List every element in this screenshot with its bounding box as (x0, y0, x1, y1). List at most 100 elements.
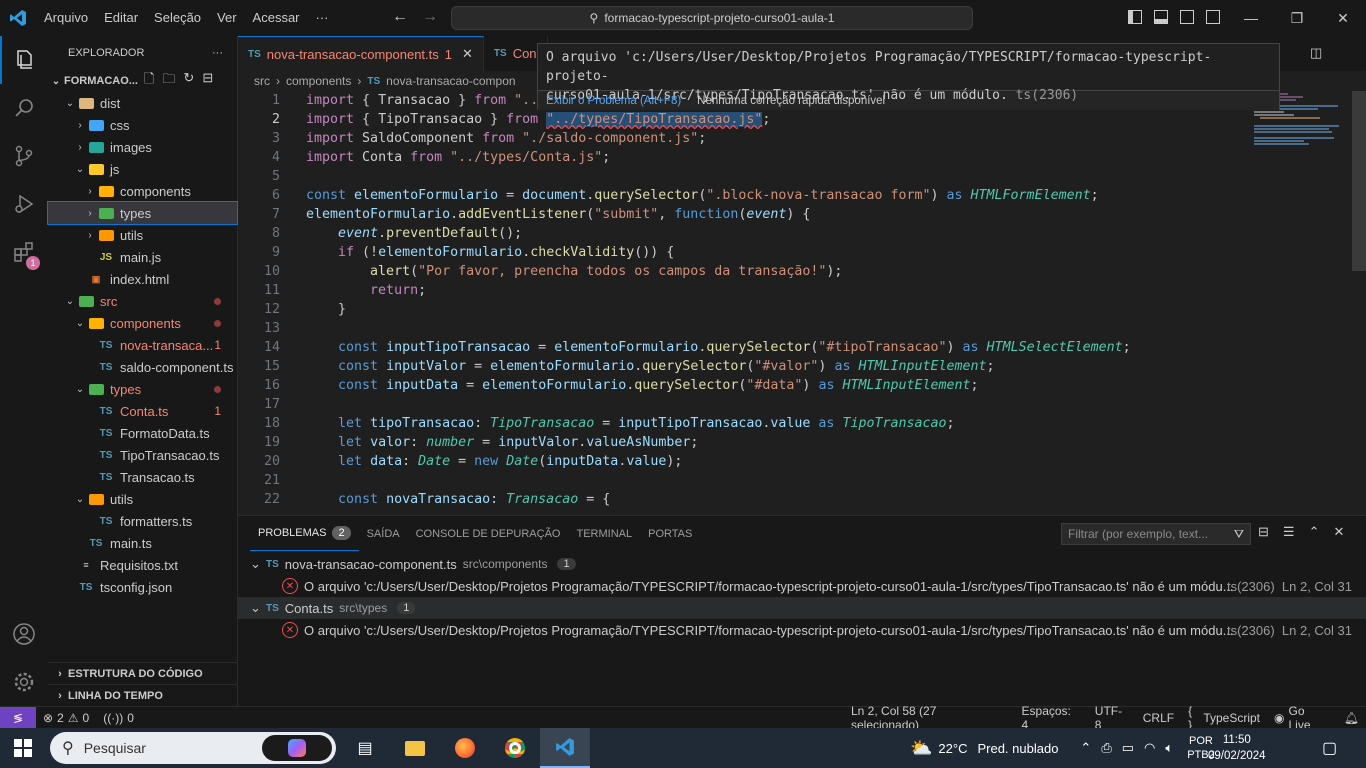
timeline-section[interactable]: › LINHA DO TEMPO (48, 684, 238, 706)
breadcrumb-item[interactable]: components (286, 74, 351, 88)
menu-arquivo[interactable]: Arquivo (36, 0, 96, 36)
new-file-icon[interactable]: 🗋 (144, 70, 154, 92)
tree-file-tsconfig[interactable]: TS tsconfig.json (48, 576, 237, 598)
explorer-icon[interactable] (0, 36, 48, 84)
toggle-panel-icon[interactable] (1154, 10, 1168, 24)
windows-start-icon[interactable] (0, 728, 46, 768)
battery-icon[interactable]: ▭ (1122, 740, 1134, 756)
close-tab-icon[interactable]: ✕ (462, 46, 473, 62)
firefox-icon[interactable] (440, 728, 490, 768)
view-as-list-icon[interactable]: ☰ (1283, 524, 1295, 540)
clock[interactable]: 11:50 09/02/2024 (1208, 732, 1266, 764)
workspace-root[interactable]: ⌄ FORMACAO... 🗋 🗀 ↻ ⊟ (48, 70, 237, 92)
menu-acessar[interactable]: Acessar (245, 0, 308, 36)
tab-terminal[interactable]: TERMINAL (568, 516, 640, 551)
scrollbar-thumb[interactable] (1352, 91, 1366, 271)
tree-folder-types[interactable]: › types (47, 201, 238, 225)
wifi-icon[interactable]: ◠ (1144, 740, 1155, 756)
breadcrumb-item[interactable]: nova-transacao-compon (386, 74, 515, 88)
settings-gear-icon[interactable] (0, 658, 48, 706)
ports-status[interactable]: ((·)) 0 (96, 711, 141, 725)
menu-more[interactable]: ··· (308, 0, 337, 36)
tab-nova-transacao[interactable]: TS nova-transacao-component.ts 1 ✕ (238, 36, 484, 71)
tree-file-main-ts[interactable]: TS main.ts (48, 532, 237, 554)
end-of-line[interactable]: CRLF (1136, 711, 1181, 725)
problem-group-conta[interactable]: ⌄ TS Conta.ts src\types 1 (238, 597, 1366, 619)
tree-file-formatodata[interactable]: TS FormatoData.ts (48, 422, 237, 444)
view-problem-link[interactable]: Exibir o Problema (Alt+F8) (546, 95, 681, 107)
command-center-search[interactable]: ⚲ formacao-typescript-projeto-curso01-au… (451, 6, 973, 30)
back-arrow-icon[interactable]: ← (392, 8, 408, 26)
notification-center-icon[interactable]: ▢ (1322, 738, 1337, 758)
weather-text[interactable]: Pred. nublado (977, 741, 1058, 756)
collapse-all-icon[interactable]: ⊟ (202, 70, 213, 92)
copilot-icon[interactable] (262, 735, 332, 761)
tab-problems[interactable]: PROBLEMAS 2 (250, 516, 359, 551)
forward-arrow-icon[interactable]: → (422, 8, 438, 26)
tree-file-tipotransacao[interactable]: TS TipoTransacao.ts (48, 444, 237, 466)
tab-ports[interactable]: PORTAS (640, 516, 700, 551)
close-icon[interactable]: ✕ (1320, 0, 1366, 36)
tree-folder-src[interactable]: ⌄ src (48, 290, 237, 312)
problems-status[interactable]: ⊗ 2 ⚠ 0 (36, 711, 96, 725)
close-panel-icon[interactable]: ✕ (1333, 524, 1344, 540)
tree-folder-dist[interactable]: ⌄ dist (48, 92, 237, 114)
notifications-bell-icon[interactable]: 🔔︎ (1337, 711, 1366, 725)
restore-icon[interactable]: ❐ (1274, 0, 1320, 36)
tree-folder-src-utils[interactable]: ⌄ utils (48, 488, 237, 510)
remote-indicator-icon[interactable]: ≶ (0, 706, 36, 729)
tree-folder-utils[interactable]: › utils (48, 224, 237, 246)
source-control-icon[interactable] (0, 132, 48, 180)
breadcrumb-item[interactable]: src (254, 74, 270, 88)
toggle-secondary-sidebar-icon[interactable] (1180, 10, 1194, 24)
extensions-icon[interactable]: 1 (0, 228, 48, 276)
chrome-icon[interactable] (490, 728, 540, 768)
file-explorer-icon[interactable] (390, 728, 440, 768)
tree-file-saldo-component[interactable]: TS saldo-component.ts (48, 356, 237, 378)
tree-file-transacao[interactable]: TS Transacao.ts (48, 466, 237, 488)
tree-file-conta[interactable]: TS Conta.ts 1 (48, 400, 237, 422)
collapse-all-icon[interactable]: ⊟ (1258, 524, 1269, 540)
taskbar-search[interactable]: ⚲ Pesquisar (50, 732, 336, 764)
tree-file-main-js[interactable]: JS main.js (48, 246, 237, 268)
tree-file-nova-transacao[interactable]: TS nova-transaca... 1 (48, 334, 237, 356)
run-debug-icon[interactable] (0, 180, 48, 228)
tree-file-index-html[interactable]: ▣ index.html (48, 268, 237, 290)
chevron-up-icon[interactable]: ⌃ (1080, 740, 1091, 756)
code-editor[interactable]: 1 import { Transacao } from "../ 2 import … (238, 91, 1350, 515)
tab-output[interactable]: SAÍDA (359, 516, 408, 551)
task-view-icon[interactable]: ▤ (340, 728, 390, 768)
toggle-sidebar-icon[interactable] (1128, 10, 1142, 24)
new-folder-icon[interactable]: 🗀 (162, 70, 175, 92)
menu-selecao[interactable]: Seleção (146, 0, 209, 36)
tree-folder-components[interactable]: › components (48, 180, 237, 202)
weather-temp[interactable]: 22°C (938, 741, 967, 756)
tab-debug-console[interactable]: CONSOLE DE DEPURAÇÃO (408, 516, 569, 551)
vscode-taskbar-icon[interactable] (540, 728, 590, 768)
outline-section[interactable]: › ESTRUTURA DO CÓDIGO (48, 662, 238, 684)
menu-ver[interactable]: Ver (209, 0, 245, 36)
problem-item[interactable]: ✕ O arquivo 'c:/Users/User/Desktop/Proje… (238, 575, 1366, 597)
tree-folder-js[interactable]: ⌄ js (48, 158, 237, 180)
editor-scrollbar[interactable] (1352, 91, 1366, 515)
maximize-panel-icon[interactable]: ⌃ (1309, 524, 1320, 540)
problem-group-nova-transacao[interactable]: ⌄ TS nova-transacao-component.ts src\com… (238, 553, 1366, 575)
split-editor-icon[interactable]: ◫ (1310, 45, 1322, 61)
filter-icon[interactable]: ⛛ (1234, 527, 1244, 542)
tree-folder-src-components[interactable]: ⌄ components (48, 312, 237, 334)
tree-folder-src-types[interactable]: ⌄ types (48, 378, 237, 400)
device-icon[interactable]: ⎙ (1101, 740, 1111, 756)
problem-item[interactable]: ✕ O arquivo 'c:/Users/User/Desktop/Proje… (238, 619, 1366, 641)
refresh-icon[interactable]: ↻ (183, 70, 194, 92)
search-icon[interactable] (0, 84, 48, 132)
tree-folder-css[interactable]: › css (48, 114, 237, 136)
volume-icon[interactable]: 🔈︎ (1165, 740, 1173, 756)
customize-layout-icon[interactable] (1206, 10, 1220, 24)
more-actions-icon[interactable]: ··· (212, 47, 223, 59)
problems-filter-input[interactable]: Filtrar (por exemplo, text... ⛛ (1061, 523, 1251, 545)
tree-folder-images[interactable]: › images (48, 136, 237, 158)
minimize-icon[interactable]: — (1228, 0, 1274, 36)
tree-file-requisitos[interactable]: ≡ Requisitos.txt (48, 554, 237, 576)
weather-icon[interactable]: ⛅ (910, 738, 932, 759)
account-icon[interactable] (0, 610, 48, 658)
